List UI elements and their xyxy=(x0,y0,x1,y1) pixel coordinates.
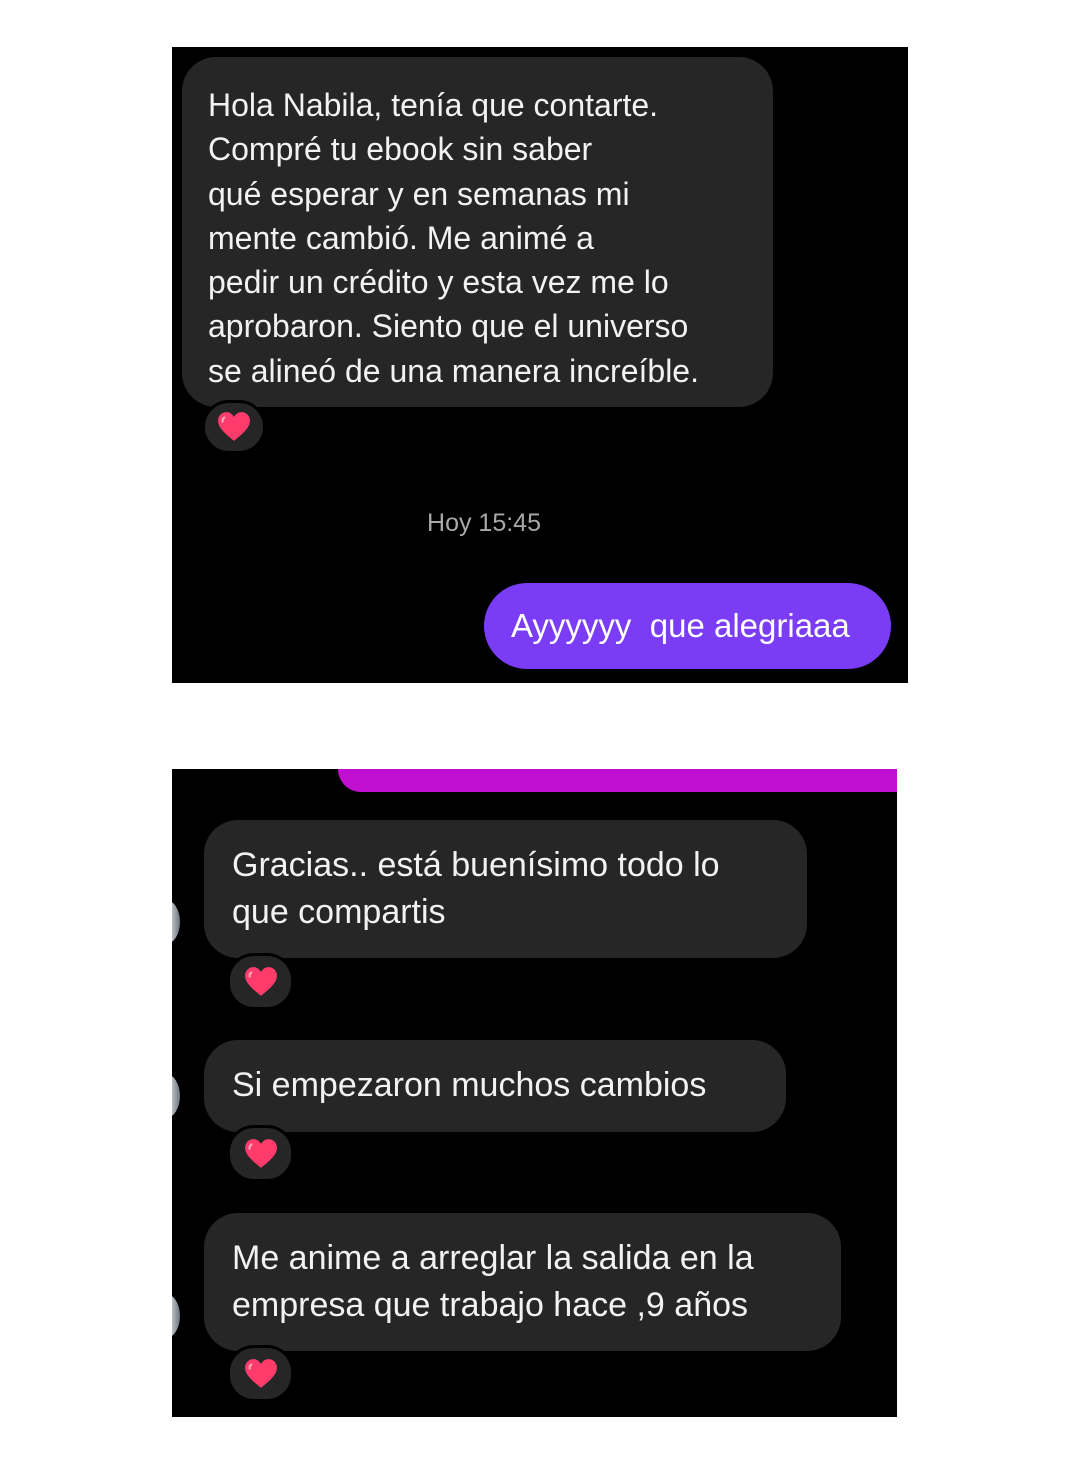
incoming-message-bubble[interactable]: Gracias.. está buenísimo todo lo que com… xyxy=(204,820,807,958)
heart-reaction[interactable] xyxy=(227,953,294,1010)
incoming-message-bubble[interactable]: Si empezaron muchos cambios xyxy=(204,1040,786,1132)
heart-icon xyxy=(244,966,277,996)
sender-avatar[interactable] xyxy=(172,1294,180,1338)
incoming-message-bubble[interactable]: Hola Nabila, tenía que contarte. Compré … xyxy=(182,57,773,407)
heart-reaction[interactable] xyxy=(227,1125,294,1182)
sender-avatar[interactable] xyxy=(172,1074,180,1118)
heart-icon xyxy=(244,1358,277,1388)
heart-reaction[interactable] xyxy=(227,1345,294,1402)
heart-reaction[interactable] xyxy=(202,400,266,454)
outgoing-bubble-edge xyxy=(338,769,897,792)
incoming-message-bubble[interactable]: Me anime a arreglar la salida en la empr… xyxy=(204,1213,841,1351)
outgoing-message-bubble[interactable]: Ayyyyyy que alegriaaa xyxy=(484,583,891,669)
message-timestamp: Hoy 15:45 xyxy=(427,509,541,537)
chat-screenshot-top: Hola Nabila, tenía que contarte. Compré … xyxy=(172,47,908,683)
sender-avatar[interactable] xyxy=(172,900,180,944)
heart-icon xyxy=(218,412,250,441)
chat-screenshot-bottom: Gracias.. está buenísimo todo lo que com… xyxy=(172,769,897,1417)
heart-icon xyxy=(244,1138,277,1168)
